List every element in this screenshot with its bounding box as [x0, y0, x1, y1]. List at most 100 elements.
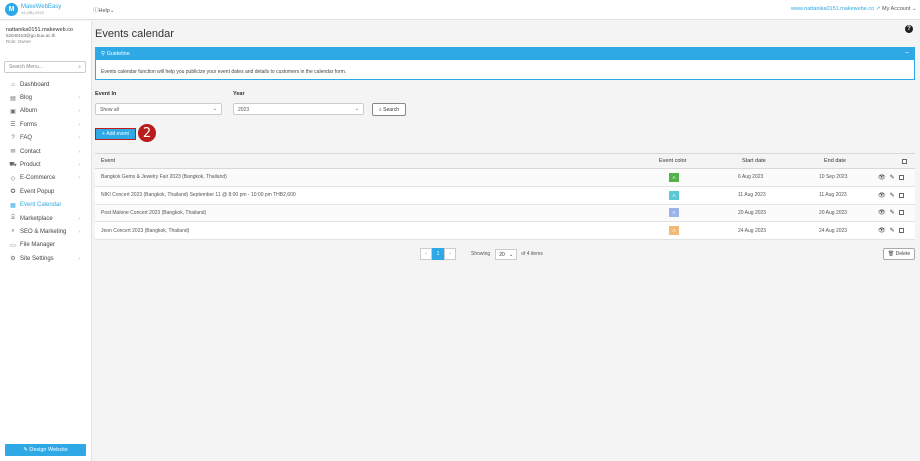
event-color-swatch: A — [669, 172, 679, 182]
guideline-panel: ⚲ Guideline − Events calendar function w… — [95, 47, 915, 80]
header-end-date: End date — [824, 158, 847, 164]
sidebar-item-blog[interactable]: ▤ Blog › — [0, 91, 92, 104]
design-website-button[interactable]: ✎ Design Website — [5, 444, 86, 456]
start-date: 6 Aug 2023 — [738, 174, 764, 181]
chevron-right-icon: › — [78, 121, 80, 128]
view-icon[interactable]: 👁 — [878, 209, 886, 216]
chevron-down-icon: ⌄ — [508, 251, 514, 258]
sidebar-item-event-popup[interactable]: ✪ Event Popup — [0, 185, 92, 198]
collapse-icon[interactable]: − — [905, 50, 909, 57]
add-event-label: Add event — [106, 131, 129, 137]
account-menu[interactable]: My Account ⌄ — [882, 6, 917, 12]
delete-label: Delete — [895, 251, 911, 257]
sidebar-item-album[interactable]: ▣ Album › — [0, 105, 92, 118]
select-all-checkbox[interactable] — [902, 158, 907, 164]
start-date: 20 Aug 2023 — [738, 209, 767, 216]
next-page-button[interactable]: › — [444, 248, 456, 260]
delete-button[interactable]: 🗑 Delete — [883, 248, 915, 260]
sidebar-item-marketplace[interactable]: ⌸ Marketplace › — [0, 212, 92, 225]
website-link-label: www.nattanika0151.makewebe.co — [791, 6, 875, 12]
sidebar-item-label: Product — [20, 162, 41, 169]
sidebar-item-label: Album — [20, 108, 38, 115]
step-number-badge: 2 — [138, 124, 156, 142]
sidebar-item-label: Event Popup — [20, 188, 55, 195]
view-icon[interactable]: 👁 — [878, 192, 886, 199]
row-checkbox[interactable] — [898, 192, 904, 198]
account-label: My Account — [882, 6, 911, 12]
sidebar-item-label: E-Commerce — [20, 175, 56, 182]
view-icon[interactable]: 👁 — [878, 174, 886, 181]
sidebar-item-faq[interactable]: ? FAQ › — [0, 132, 92, 145]
sidebar-item-label: Event Calendar — [20, 202, 62, 209]
seo-icon: ⌕ — [11, 228, 15, 235]
help-icon[interactable]: ? — [905, 25, 913, 33]
chevron-down-icon: ⌄ — [212, 106, 217, 112]
table-row: Jeon Concert 2023 (Bangkok, Thailand) A 24… — [95, 222, 915, 241]
event-in-select[interactable]: Show all ⌄ — [95, 103, 222, 115]
popup-icon: ✪ — [10, 189, 16, 196]
event-color-swatch: A — [669, 226, 679, 236]
edit-icon[interactable]: ✎ — [890, 192, 895, 199]
design-website-label: Design Website — [29, 447, 68, 453]
event-color-swatch: A — [669, 208, 679, 218]
edit-icon[interactable]: ✎ — [890, 227, 895, 234]
table-row: Post Malone Concert 2023 (Bangkok, Thail… — [95, 204, 915, 223]
sidebar-item-seo-marketing[interactable]: ⌕ SEO & Marketing › — [0, 225, 92, 238]
start-date: 24 Aug 2023 — [738, 227, 767, 234]
page-1-button[interactable]: 1 — [432, 248, 444, 260]
forms-icon: ☰ — [10, 122, 16, 129]
brand-version: v4 (4B) 2023 — [21, 9, 44, 15]
chevron-right-icon: › — [78, 135, 80, 142]
sidebar: nattanika0151.makeweb.co 62040153@go.buu… — [0, 21, 92, 461]
sidebar-item-label: File Manager — [20, 242, 56, 249]
end-date: 10 Sep 2023 — [819, 174, 848, 181]
row-checkbox[interactable] — [898, 174, 904, 180]
brand-logo[interactable]: M MakeWebEasy v4 (4B) 2023 — [5, 3, 61, 16]
sidebar-item-product[interactable]: ⛟ Product › — [0, 158, 92, 171]
chevron-right-icon: › — [78, 108, 80, 115]
sidebar-item-site-settings[interactable]: ⚙ Site Settings › — [0, 252, 92, 265]
chevron-down-icon: ⌄ — [911, 6, 917, 12]
view-icon[interactable]: 👁 — [878, 227, 886, 234]
sidebar-item-label: Blog — [20, 95, 33, 102]
sidebar-item-contact[interactable]: ✉ Contact › — [0, 145, 92, 158]
year-select[interactable]: 2023 ⌄ — [233, 103, 364, 115]
add-event-button[interactable]: + Add event — [95, 128, 136, 140]
chevron-right-icon: › — [78, 215, 80, 222]
edit-icon[interactable]: ✎ — [890, 209, 895, 216]
chevron-right-icon: › — [78, 255, 80, 262]
search-icon: ⌕ — [78, 64, 81, 70]
event-name: NIKI Concert 2023 (Bangkok, Thailand) Se… — [101, 192, 296, 199]
help-menu[interactable]: ⓘHelp⌄ — [93, 6, 114, 14]
table-header: Event Event color Start date End date — [95, 153, 915, 169]
year-value: 2023 — [238, 107, 250, 113]
per-page-value: 20 — [499, 251, 505, 258]
folder-icon: ▭ — [10, 242, 16, 249]
chevron-down-icon: ⌄ — [109, 8, 115, 14]
sidebar-item-event-calendar[interactable]: ▦ Event Calendar — [0, 199, 92, 212]
per-page-select[interactable]: 20 ⌄ — [495, 248, 518, 260]
search-menu-input[interactable]: Search Menu... ⌕ — [4, 61, 86, 73]
prev-page-button[interactable]: ‹ — [420, 248, 432, 260]
sidebar-item-label: Dashboard — [20, 81, 50, 88]
sidebar-item-file-manager[interactable]: ▭ File Manager — [0, 239, 92, 252]
guideline-text: Events calendar function will help you p… — [101, 69, 347, 75]
sidebar-item-forms[interactable]: ☰ Forms › — [0, 118, 92, 131]
table-row: NIKI Concert 2023 (Bangkok, Thailand) Se… — [95, 186, 915, 205]
product-icon: ⛟ — [9, 162, 17, 169]
year-label: Year — [233, 91, 245, 97]
chevron-down-icon: ⌄ — [354, 106, 359, 112]
table-row: Bangkok Gems & Jewelry Fair 2023 (Bangko… — [95, 169, 915, 187]
trash-icon: 🗑 — [887, 251, 896, 257]
sidebar-item-dashboard[interactable]: ⌂ Dashboard — [0, 78, 92, 91]
website-link[interactable]: www.nattanika0151.makewebe.co ↗ — [791, 6, 880, 12]
search-button[interactable]: ⌕ Search — [372, 103, 406, 116]
sidebar-item-e-commerce[interactable]: ◇ E-Commerce › — [0, 172, 92, 185]
row-checkbox[interactable] — [898, 228, 904, 234]
edit-icon[interactable]: ✎ — [890, 174, 895, 181]
row-checkbox[interactable] — [898, 210, 904, 216]
search-menu-placeholder: Search Menu... — [9, 64, 43, 70]
header-start-date: Start date — [742, 158, 766, 164]
guideline-header[interactable]: ⚲ Guideline − — [96, 48, 914, 60]
event-name: Bangkok Gems & Jewelry Fair 2023 (Bangko… — [101, 174, 227, 181]
